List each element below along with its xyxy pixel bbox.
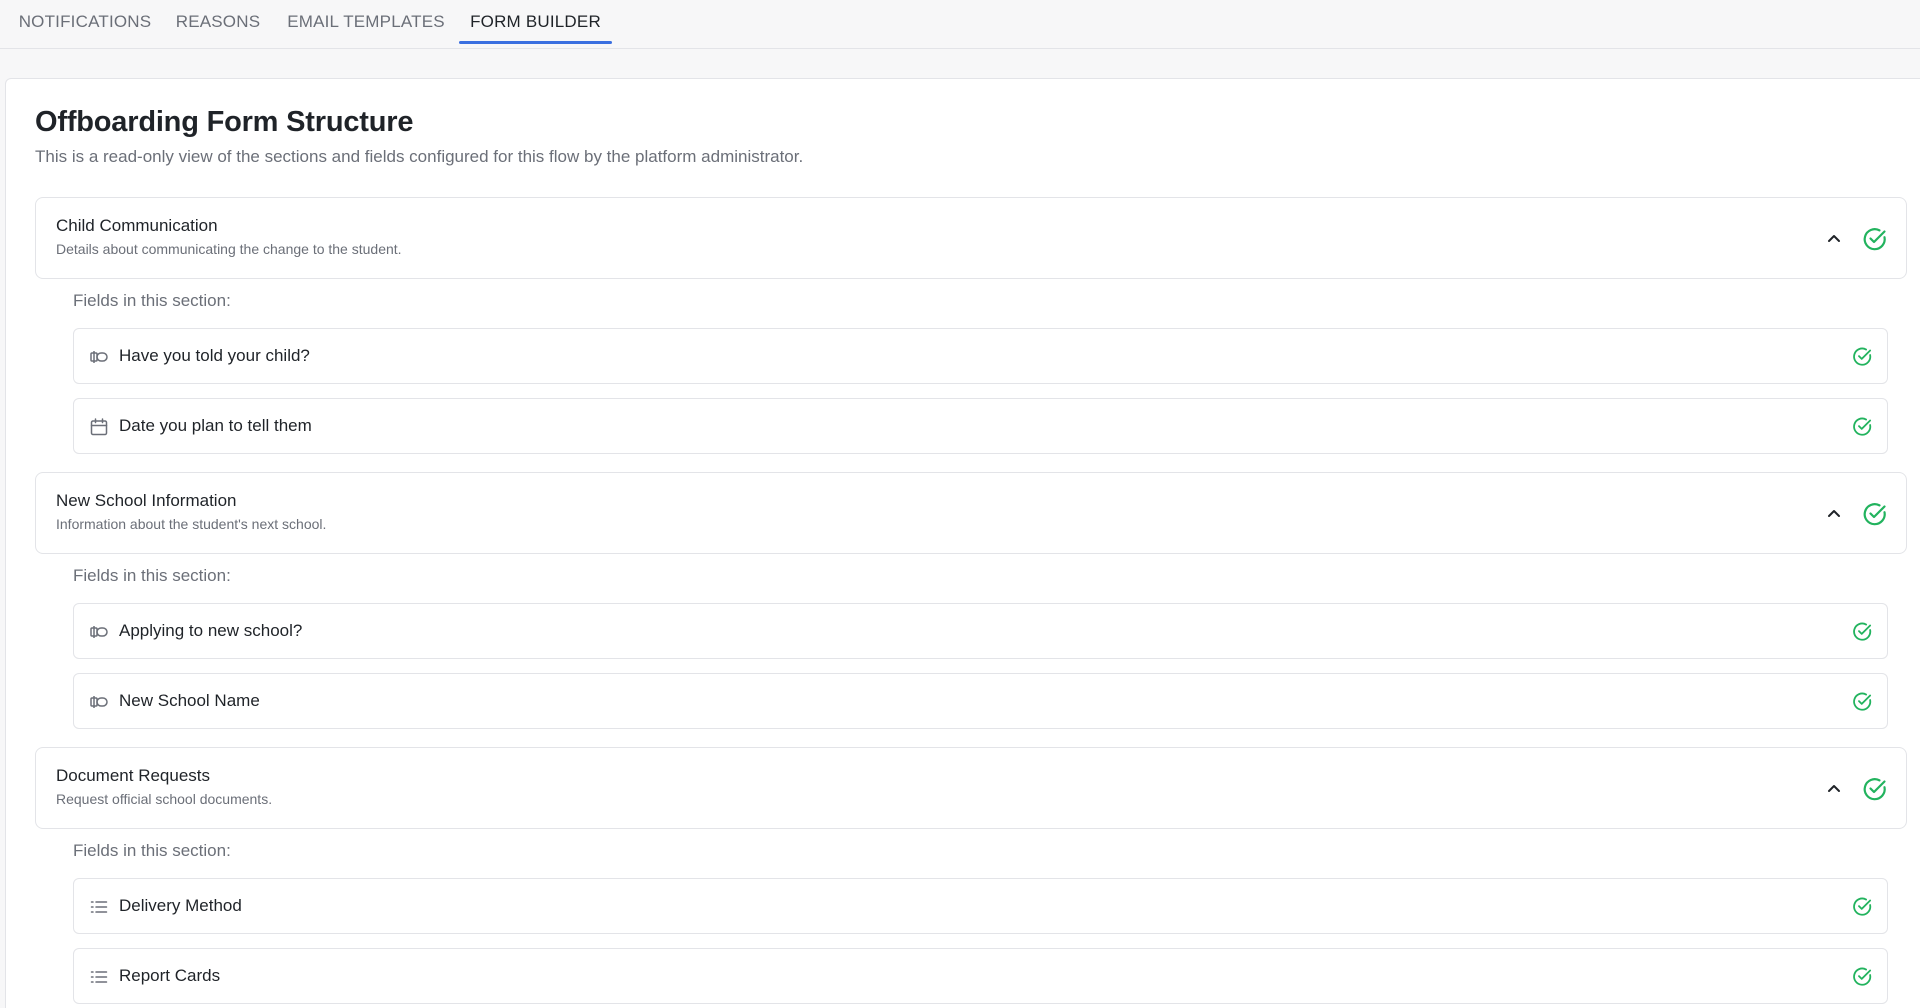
check-circle-icon <box>1863 778 1886 801</box>
field-row[interactable]: Applying to new school? <box>73 603 1888 659</box>
field-row[interactable]: Have you told your child? <box>73 328 1888 384</box>
tab-form-builder[interactable]: FORM BUILDER <box>459 0 612 44</box>
section-title: Document Requests <box>56 766 211 785</box>
field-row[interactable]: New School Name <box>73 673 1888 729</box>
check-circle-icon <box>1853 622 1872 641</box>
chevron-up-icon[interactable] <box>1824 503 1844 523</box>
check-circle-icon <box>1853 347 1872 366</box>
chevron-up-icon[interactable] <box>1824 228 1844 248</box>
fields-label: Fields in this section: <box>73 566 231 585</box>
check-circle-icon <box>1863 503 1886 526</box>
check-circle-icon <box>1853 967 1872 986</box>
page-description: This is a read-only view of the sections… <box>35 147 804 166</box>
check-circle-icon <box>1853 417 1872 436</box>
section-subtitle: Details about communicating the change t… <box>56 241 402 257</box>
check-circle-icon <box>1863 228 1886 251</box>
section-document-requests[interactable]: Document Requests Request official schoo… <box>35 747 1907 829</box>
section-new-school-information[interactable]: New School Information Information about… <box>35 472 1907 554</box>
tab-notifications[interactable]: NOTIFICATIONS <box>9 0 161 44</box>
field-label: Delivery Method <box>119 896 242 915</box>
section-subtitle: Request official school documents. <box>56 791 273 807</box>
section-subtitle: Information about the student's next sch… <box>56 516 327 532</box>
tab-bar: NOTIFICATIONS REASONS EMAIL TEMPLATES FO… <box>0 0 1920 49</box>
calendar-icon <box>90 418 108 436</box>
check-circle-icon <box>1853 692 1872 711</box>
section-title: Child Communication <box>56 216 218 235</box>
toggle-icon <box>90 696 108 708</box>
fields-label: Fields in this section: <box>73 841 231 860</box>
tab-email-templates[interactable]: EMAIL TEMPLATES <box>276 0 456 44</box>
tab-reasons[interactable]: REASONS <box>168 0 268 44</box>
field-row[interactable]: Delivery Method <box>73 878 1888 934</box>
toggle-icon <box>90 351 108 363</box>
field-label: Date you plan to tell them <box>119 416 312 435</box>
toggle-icon <box>90 626 108 638</box>
field-row[interactable]: Date you plan to tell them <box>73 398 1888 454</box>
check-circle-icon <box>1853 897 1872 916</box>
field-row[interactable]: Report Cards <box>73 948 1888 1004</box>
page-title: Offboarding Form Structure <box>35 106 414 138</box>
list-icon <box>90 901 108 913</box>
field-label: Report Cards <box>119 966 221 985</box>
section-child-communication[interactable]: Child Communication Details about commun… <box>35 197 1907 279</box>
chevron-up-icon[interactable] <box>1824 778 1844 798</box>
list-icon <box>90 971 108 983</box>
field-label: Applying to new school? <box>119 621 303 640</box>
field-label: Have you told your child? <box>119 346 310 365</box>
section-title: New School Information <box>56 491 237 510</box>
fields-label: Fields in this section: <box>73 291 231 310</box>
field-label: New School Name <box>119 691 260 710</box>
